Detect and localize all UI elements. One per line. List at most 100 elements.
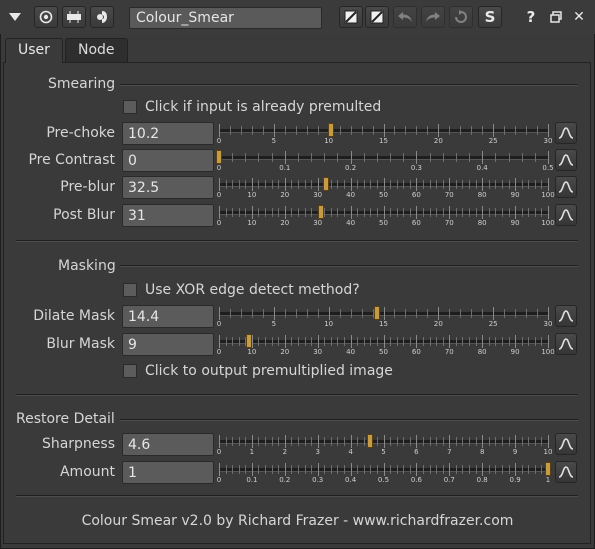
post-blur-value-input[interactable]: 31 (122, 204, 214, 227)
pre-contrast-value-input[interactable]: 0 (122, 149, 214, 172)
slider-tick-label: 20 (280, 191, 290, 199)
slider-tick (238, 208, 240, 217)
slider-tick (442, 337, 444, 346)
slider-tick-label: 70 (444, 191, 454, 199)
post-blur-slider-handle[interactable] (317, 205, 324, 219)
dilate-mask-slider[interactable]: 0 5 10 15 20 25 30 (216, 304, 552, 330)
slider-tick (291, 337, 293, 346)
undo-icon[interactable] (393, 6, 417, 28)
slider-tick (357, 465, 359, 474)
pre-choke-slider-handle[interactable] (327, 123, 334, 137)
pre-contrast-slider[interactable]: 0 0.1 0.2 0.3 0.4 0.5 (216, 148, 554, 174)
dilate-mask-slider-handle[interactable] (373, 306, 380, 320)
disable-icon[interactable] (339, 6, 363, 28)
pre-contrast-animation-curve-icon[interactable] (555, 149, 577, 171)
disable-alt-icon[interactable] (365, 6, 389, 28)
premulted-checkbox[interactable] (123, 100, 137, 114)
pre-choke-animation-curve-icon[interactable] (555, 122, 577, 144)
slider-tick (238, 337, 240, 346)
sharpness-slider[interactable]: 0 1 2 3 4 5 6 7 8 9 10 (216, 432, 552, 458)
slider-tick (291, 437, 293, 446)
post-blur-slider[interactable]: 0 10 20 30 40 50 60 70 80 90 100 (216, 203, 555, 229)
slider-tick (416, 309, 418, 318)
dilate-mask-value-input[interactable]: 14.4 (122, 305, 214, 328)
slider-tick (427, 309, 429, 318)
tab-user[interactable]: User (5, 38, 63, 63)
sharpness-slider-handle[interactable] (367, 434, 374, 448)
slider-tick (390, 437, 392, 446)
redo-icon[interactable] (421, 6, 445, 28)
slider-tick (324, 153, 326, 162)
dilate-mask-animation-curve-icon[interactable] (555, 305, 577, 327)
pre-choke-slider[interactable]: 0 5 10 15 20 25 30 (216, 121, 552, 147)
slider-tick (363, 465, 365, 474)
slider-tick-label: 40 (346, 348, 356, 356)
slider-tick (304, 208, 306, 217)
slider-tick (265, 437, 267, 446)
amount-value-input[interactable]: 1 (122, 461, 214, 484)
script-icon[interactable]: S (478, 6, 502, 28)
divider (16, 495, 578, 497)
slider-tick (482, 309, 484, 318)
slider-tick-label: 5 (271, 320, 277, 328)
pre-blur-slider[interactable]: 0 10 20 30 40 50 60 70 80 90 100 (216, 175, 555, 201)
pre-blur-value-input[interactable]: 32.5 (122, 176, 214, 199)
pre-blur-slider-handle[interactable] (322, 177, 329, 191)
slider-tick (416, 206, 418, 219)
slider-tick-label: 50 (379, 348, 388, 356)
slider-tick (265, 337, 267, 346)
slider-tick (396, 437, 398, 446)
slider-tick (449, 206, 451, 219)
blur-mask-slider[interactable]: 0 10 20 30 40 50 60 70 80 90 100 (216, 332, 555, 358)
view-node-icon[interactable] (34, 6, 58, 28)
node-color-icon[interactable] (62, 6, 86, 28)
collapse-arrow-icon[interactable] (4, 6, 26, 28)
blur-mask-animation-curve-icon[interactable] (555, 333, 577, 355)
settings-icon[interactable] (90, 6, 114, 28)
slider-tick (317, 178, 319, 191)
sharpness-value-input[interactable]: 4.6 (122, 433, 214, 456)
slider-tick (460, 309, 462, 318)
blur-mask-value-input[interactable]: 9 (122, 333, 214, 356)
slider-tick (219, 463, 220, 476)
close-icon[interactable]: ✕ (568, 6, 590, 28)
slider-tick (304, 465, 306, 474)
slider-tick (537, 309, 539, 318)
slider-tick (442, 465, 444, 474)
slider-tick (251, 463, 253, 476)
slider-tick (291, 208, 293, 217)
xor-checkbox[interactable] (123, 283, 137, 297)
revert-icon[interactable] (449, 6, 473, 28)
slider-tick (455, 180, 457, 189)
slider-tick (271, 437, 273, 446)
float-panel-icon[interactable] (545, 6, 567, 28)
sharpness-animation-curve-icon[interactable] (555, 433, 577, 455)
node-name-input[interactable] (129, 7, 322, 29)
slider-tick (265, 208, 267, 217)
pre-choke-value-input[interactable]: 10.2 (122, 122, 214, 145)
amount-animation-curve-icon[interactable] (555, 461, 577, 483)
post-blur-animation-curve-icon[interactable] (555, 204, 577, 226)
slider-tick (291, 465, 293, 474)
amount-slider[interactable]: 0 0.1 0.2 0.3 0.4 0.5 0.6 0.7 0.8 0.9 1 (216, 460, 552, 486)
tab-node[interactable]: Node (65, 38, 128, 62)
output-premult-checkbox[interactable] (123, 364, 137, 378)
slider-tick-label: 80 (477, 191, 487, 199)
slider-tick (495, 337, 497, 346)
slider-tick-label: 5 (381, 448, 386, 456)
slider-tick-label: 10 (543, 448, 553, 456)
slider-tick (548, 151, 549, 164)
slider-tick (394, 309, 396, 318)
pre-contrast-slider-handle[interactable] (216, 150, 222, 164)
blur-mask-slider-handle[interactable] (245, 334, 252, 348)
slider-tick (427, 126, 429, 135)
slider-tick-label: 0 (216, 164, 222, 172)
slider-tick (337, 337, 339, 346)
amount-slider-handle[interactable] (545, 462, 551, 476)
help-icon[interactable]: ? (520, 6, 542, 28)
pre-blur-animation-curve-icon[interactable] (555, 176, 577, 198)
slider-tick-label: 0.1 (246, 476, 258, 484)
slider-tick (225, 465, 227, 474)
slider-tick (383, 178, 385, 191)
slider-tick (403, 180, 405, 189)
